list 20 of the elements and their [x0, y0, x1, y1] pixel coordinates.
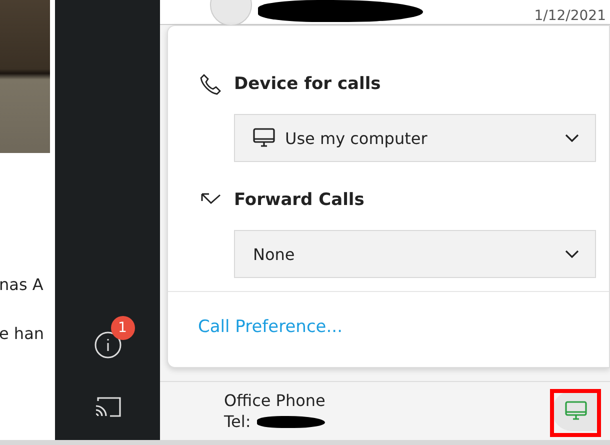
conversation-date: 1/12/2021	[534, 8, 606, 24]
dropdown[interactable]: Use my computer	[234, 114, 596, 162]
highlight-frame	[550, 389, 601, 437]
info-icon[interactable]	[94, 331, 122, 359]
monitor-icon	[565, 401, 587, 421]
tel-label: Tel:	[224, 412, 251, 431]
notification-badge: 1	[110, 316, 134, 340]
chevron-down-icon	[565, 250, 579, 258]
redaction-mark	[256, 416, 325, 428]
section-title: Forward Calls	[234, 190, 364, 210]
phone-icon	[200, 73, 222, 95]
cast-icon[interactable]	[94, 396, 122, 418]
chevron-down-icon	[565, 134, 579, 142]
phone-label: Office Phone	[224, 391, 326, 410]
message-text: e han	[0, 324, 46, 343]
forward-arrow-icon	[200, 193, 222, 207]
monitor-icon	[253, 128, 275, 148]
message-text: nas A	[0, 275, 44, 294]
dropdown[interactable]: None	[234, 230, 596, 278]
section-title: Device for calls	[234, 74, 381, 94]
